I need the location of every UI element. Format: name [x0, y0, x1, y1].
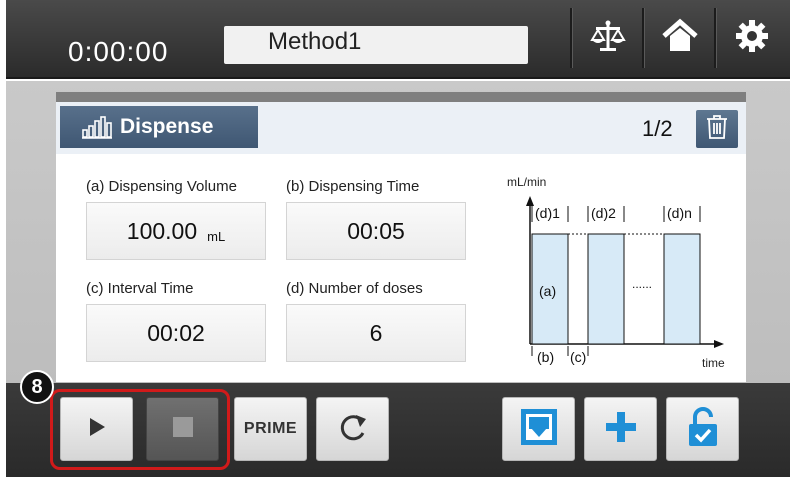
highlight-box [50, 389, 230, 470]
time-label: (b) [537, 349, 554, 365]
number-of-doses-field[interactable]: 6 [286, 304, 466, 362]
add-button[interactable] [584, 397, 657, 461]
header-divider [714, 8, 716, 68]
dose-bar-2 [587, 233, 625, 345]
interval-label: (c) [570, 349, 586, 365]
dispensing-pattern-diagram: mL/min time (d)1 (d)2 (d)n (a) ...... (b… [507, 175, 725, 370]
home-icon [661, 18, 699, 59]
callout-badge: 8 [20, 370, 54, 404]
prime-button[interactable]: PRIME [234, 397, 307, 461]
interval-time-label: (c) Interval Time [86, 280, 194, 297]
dispensing-volume-field[interactable]: 100.00 mL [86, 202, 266, 260]
device-screen: 0:00:00 Method1 Dispense 1/2 (a) Dispens… [6, 0, 790, 477]
diagram-ellipsis: ...... [632, 277, 652, 291]
panel-top-strip [56, 92, 746, 102]
dispensing-time-field[interactable]: 00:05 [286, 202, 466, 260]
rotate-arrow-icon [337, 411, 369, 448]
dispensing-volume-label: (a) Dispensing Volume [86, 178, 237, 195]
tab-dispense-label: Dispense [120, 115, 214, 138]
interval-time-value: 00:02 [147, 319, 205, 346]
dose-label-2: (d)2 [591, 205, 616, 221]
dose-label-n: (d)n [667, 205, 692, 221]
volume-label: (a) [539, 283, 556, 299]
trash-icon [706, 114, 728, 145]
header-divider [642, 8, 644, 68]
diagram-x-axis-label: time [702, 356, 725, 370]
dispense-panel: Dispense 1/2 (a) Dispensing Volume 100.0… [56, 92, 746, 382]
dose-bar-n [663, 233, 701, 345]
tab-dispense[interactable]: Dispense [60, 106, 258, 148]
dispensing-volume-value: 100.00 [126, 217, 198, 244]
balance-icon [590, 18, 626, 59]
dispensing-time-value: 00:05 [347, 217, 405, 244]
number-of-doses-value: 6 [369, 319, 383, 346]
reverse-button[interactable] [316, 397, 389, 461]
method-name-field[interactable]: Method1 [224, 26, 528, 64]
elapsed-timer: 0:00:00 [68, 36, 169, 67]
save-button[interactable] [502, 397, 575, 461]
dose-label-1: (d)1 [535, 205, 560, 221]
diagram-x-arrow [714, 340, 724, 348]
panel-header: Dispense 1/2 [56, 102, 746, 154]
number-of-doses-label: (d) Number of doses [286, 280, 423, 297]
balance-button[interactable] [576, 6, 640, 70]
unlock-button[interactable] [666, 397, 739, 461]
unlock-icon [686, 406, 720, 453]
plus-icon [604, 410, 638, 449]
download-icon [519, 407, 559, 452]
diagram-y-axis-label: mL/min [507, 175, 546, 189]
prime-label: PRIME [243, 420, 298, 437]
page-indicator: 1/2 [642, 116, 673, 141]
diagram-y-arrow [526, 196, 534, 206]
home-button[interactable] [648, 6, 712, 70]
dispensing-time-label: (b) Dispensing Time [286, 178, 420, 195]
header-divider [570, 8, 572, 68]
gear-icon [734, 18, 770, 59]
interval-time-field[interactable]: 00:02 [86, 304, 266, 362]
dispensing-volume-unit: mL [207, 228, 226, 244]
delete-button[interactable] [696, 110, 738, 148]
settings-button[interactable] [720, 6, 784, 70]
top-bar: 0:00:00 Method1 [6, 0, 790, 79]
bar-chart-icon [82, 115, 112, 139]
